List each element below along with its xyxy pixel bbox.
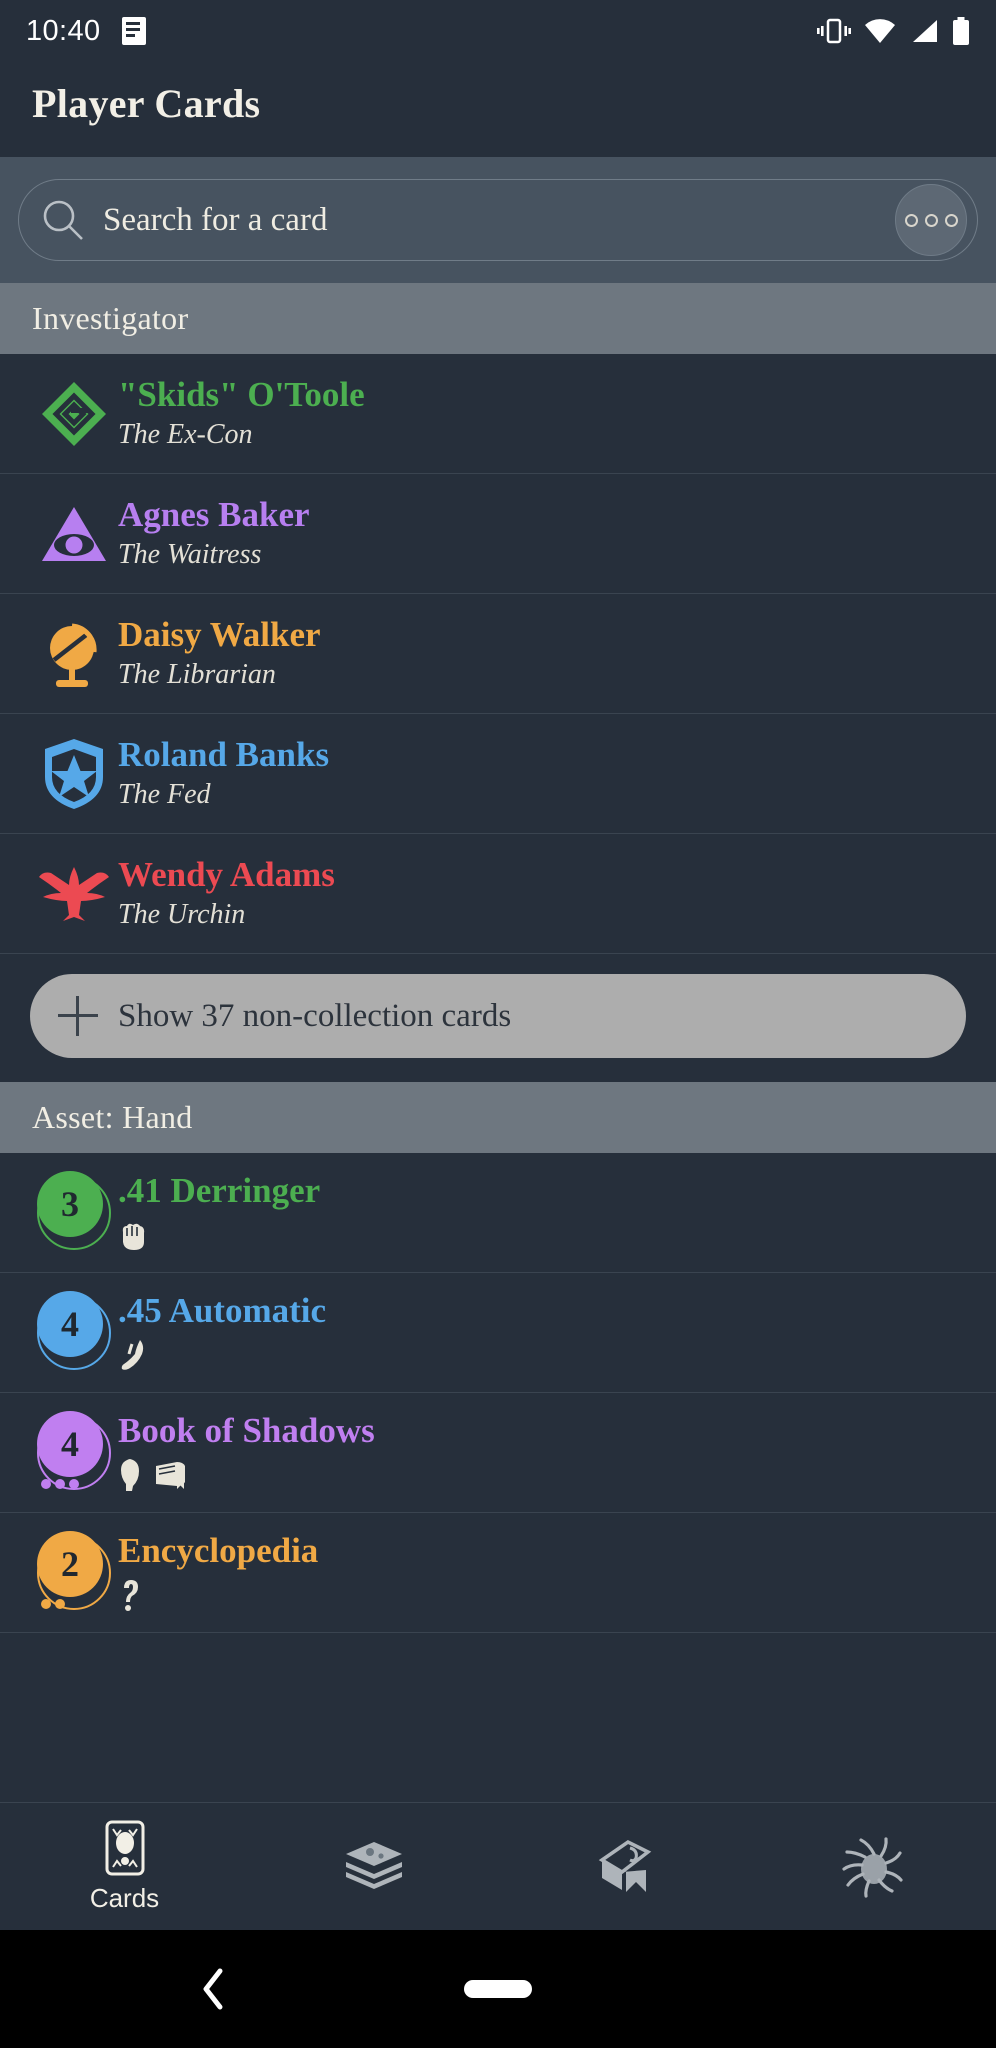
dot: [904, 213, 918, 227]
search-icon: [43, 200, 83, 240]
combat-icon: [122, 1223, 145, 1250]
seeker-class-icon: [30, 618, 118, 690]
bottom-navigation: Cards: [0, 1802, 996, 1930]
list-item[interactable]: 4 .45 Automatic: [0, 1273, 996, 1393]
investigator-name: Agnes Baker: [118, 494, 310, 534]
page-title: Player Cards: [32, 81, 261, 126]
wifi-icon: [865, 19, 895, 43]
list-item-text: .45 Automatic: [118, 1291, 326, 1373]
investigator-subtitle: The Waitress: [118, 539, 262, 571]
list-item[interactable]: 2 Encyclopedia: [0, 1513, 996, 1633]
card-skill-icons: [118, 1216, 320, 1254]
card-icon: [105, 1820, 144, 1876]
app-bar: Player Cards: [0, 62, 996, 157]
list-item-text: Wendy Adams The Urchin: [118, 855, 335, 932]
card-cost-badge: 4: [30, 1410, 118, 1490]
search-section: Search for a card: [0, 157, 996, 283]
card-skill-icons: [118, 1456, 375, 1494]
cost-value: 4: [37, 1410, 103, 1477]
list-item-text: Agnes Baker The Waitress: [118, 495, 310, 572]
more-options-icon[interactable]: [895, 184, 967, 256]
list-spacer: [0, 1633, 996, 1802]
show-more-wrap: Show 37 non-collection cards: [0, 954, 996, 1082]
investigator-list: "Skids" O'Toole The Ex-Con Agnes Baker T…: [0, 354, 996, 954]
battery-icon: [953, 17, 969, 45]
card-cost-badge: 3: [30, 1170, 118, 1250]
cost-value: 4: [37, 1290, 103, 1357]
nav-label-cards: Cards: [89, 1883, 160, 1913]
mystic-class-icon: [30, 501, 118, 567]
home-pill-icon[interactable]: [464, 1980, 532, 1998]
investigator-name: Wendy Adams: [118, 854, 335, 894]
vibrate-icon: [817, 18, 851, 44]
list-item[interactable]: "Skids" O'Toole The Ex-Con: [0, 354, 996, 474]
list-item-text: Book of Shadows: [118, 1411, 375, 1493]
campaign-icon: [598, 1839, 651, 1892]
guardian-class-icon: [30, 737, 118, 811]
status-system-icons: [817, 17, 970, 45]
dot: [944, 213, 958, 227]
card-uses-dots: [41, 1598, 65, 1609]
card-name: Encyclopedia: [118, 1531, 319, 1571]
card-name: .45 Automatic: [118, 1291, 327, 1331]
notification-icon: [121, 17, 146, 45]
investigator-name: "Skids" O'Toole: [118, 374, 365, 414]
cost-value: 2: [37, 1530, 103, 1597]
rogue-class-icon: [30, 378, 118, 450]
investigator-name: Daisy Walker: [118, 614, 321, 654]
section-header-asset-hand: Asset: Hand: [0, 1082, 996, 1153]
card-skill-icons: [118, 1336, 326, 1374]
status-notifications: [121, 16, 147, 46]
card-list: 3 .41 Derringer 4 .45 Automatic 4 Book o…: [0, 1153, 996, 1633]
nav-item-campaign[interactable]: [498, 1803, 747, 1930]
back-chevron-icon[interactable]: [200, 1967, 226, 2011]
elder-sign-icon: [841, 1836, 903, 1898]
system-navigation-bar: [0, 1930, 996, 2048]
list-item-text: "Skids" O'Toole The Ex-Con: [118, 375, 365, 452]
list-item[interactable]: Agnes Baker The Waitress: [0, 474, 996, 594]
status-time: 10:40: [26, 14, 101, 47]
wild-icon: [124, 1579, 138, 1611]
investigator-subtitle: The Urchin: [118, 899, 246, 931]
list-item-text: Daisy Walker The Librarian: [118, 615, 321, 692]
list-item[interactable]: 3 .41 Derringer: [0, 1153, 996, 1273]
willpower-icon: [121, 1458, 139, 1491]
show-non-collection-button[interactable]: Show 37 non-collection cards: [30, 974, 966, 1058]
investigator-subtitle: The Ex-Con: [118, 419, 253, 451]
signal-icon: [913, 20, 937, 42]
plus-icon: [58, 996, 98, 1036]
card-cost-badge: 2: [30, 1530, 118, 1610]
investigator-name: Roland Banks: [118, 734, 330, 774]
status-bar: 10:40: [0, 0, 996, 62]
search-bar[interactable]: Search for a card: [18, 179, 978, 261]
card-name: .41 Derringer: [118, 1171, 321, 1211]
investigator-subtitle: The Librarian: [118, 659, 276, 691]
list-item[interactable]: 4 Book of Shadows: [0, 1393, 996, 1513]
card-uses-dots: [41, 1478, 79, 1489]
nav-item-elder-sign[interactable]: [747, 1803, 996, 1930]
nav-item-cards[interactable]: Cards: [0, 1803, 249, 1930]
investigator-subtitle: The Fed: [118, 779, 211, 811]
agility-icon: [121, 1339, 144, 1370]
list-item[interactable]: Daisy Walker The Librarian: [0, 594, 996, 714]
section-header-investigator: Investigator: [0, 283, 996, 354]
dot: [924, 213, 938, 227]
nav-item-decks[interactable]: [249, 1803, 498, 1930]
search-input[interactable]: Search for a card: [103, 202, 895, 239]
list-item-text: Encyclopedia: [118, 1531, 318, 1613]
app-window: 10:40 Player Cards Search for a card Inv…: [0, 0, 996, 2048]
card-skill-icons: [118, 1576, 318, 1614]
show-non-collection-label: Show 37 non-collection cards: [118, 997, 512, 1034]
list-item[interactable]: Roland Banks The Fed: [0, 714, 996, 834]
cost-value: 3: [37, 1170, 103, 1237]
list-item[interactable]: Wendy Adams The Urchin: [0, 834, 996, 954]
intellect-icon: [156, 1461, 185, 1489]
survivor-class-icon: [30, 863, 118, 925]
decks-icon: [345, 1841, 402, 1889]
card-cost-badge: 4: [30, 1290, 118, 1370]
list-item-text: Roland Banks The Fed: [118, 735, 329, 812]
list-item-text: .41 Derringer: [118, 1171, 320, 1253]
card-name: Book of Shadows: [118, 1411, 375, 1451]
